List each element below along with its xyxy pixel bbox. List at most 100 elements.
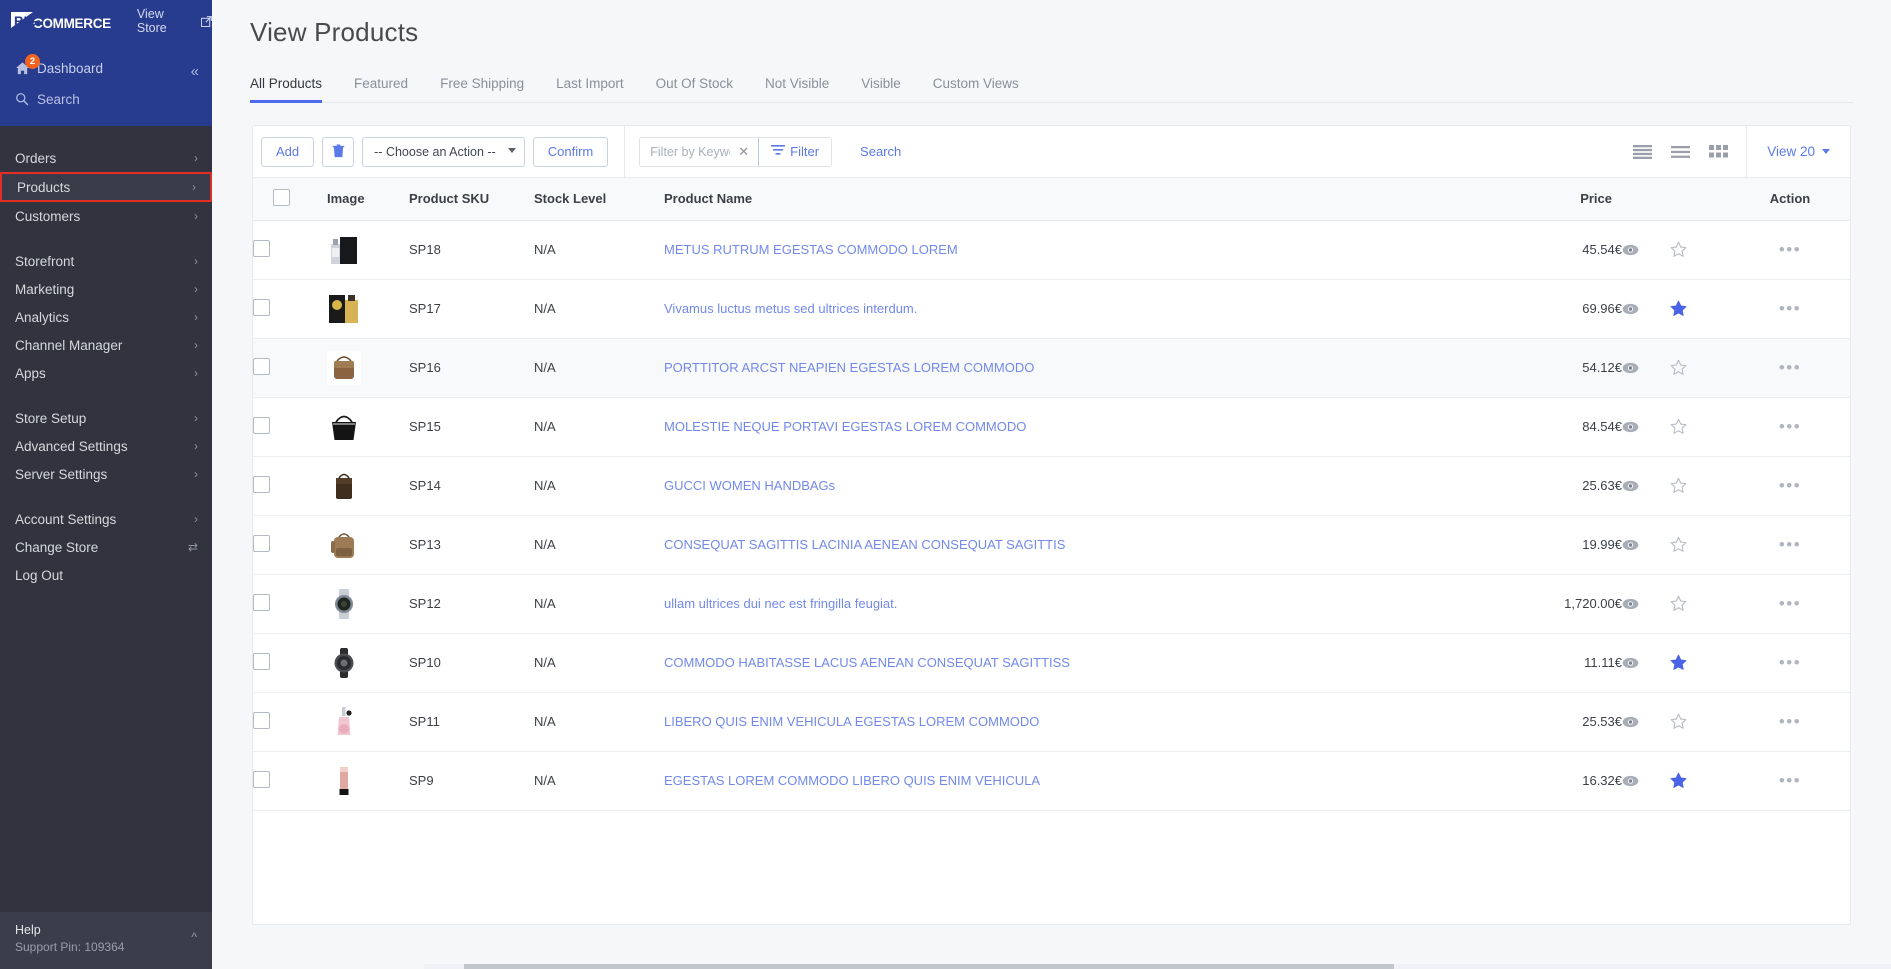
eye-icon[interactable]	[1622, 657, 1670, 669]
delete-button[interactable]	[322, 136, 355, 167]
table-row[interactable]: SP10 N/A COMMODO HABITASSE LACUS AENEAN CO…	[253, 633, 1850, 692]
product-name-link[interactable]: EGESTAS LOREM COMMODO LIBERO QUIS ENIM V…	[664, 773, 1040, 788]
star-icon[interactable]	[1670, 477, 1730, 494]
tab-not-visible[interactable]: Not Visible	[749, 76, 845, 102]
grid-icon[interactable]	[1709, 145, 1729, 158]
star-icon[interactable]	[1670, 772, 1730, 789]
eye-icon[interactable]	[1622, 480, 1670, 492]
sidebar-item-marketing[interactable]: Marketing ›	[0, 275, 212, 303]
sidebar-item-customers[interactable]: Customers ›	[0, 202, 212, 230]
sidebar-item-change-store[interactable]: Change Store ⇄	[0, 533, 212, 561]
product-name-link[interactable]: COMMODO HABITASSE LACUS AENEAN CONSEQUAT…	[664, 655, 1070, 670]
ellipsis-icon[interactable]: •••	[1730, 713, 1850, 730]
sidebar-item-channel-manager[interactable]: Channel Manager ›	[0, 331, 212, 359]
eye-icon[interactable]	[1622, 362, 1670, 374]
view-store-link[interactable]: View Store	[137, 7, 212, 35]
ellipsis-icon[interactable]: •••	[1730, 300, 1850, 317]
star-icon[interactable]	[1670, 241, 1730, 258]
ellipsis-icon[interactable]: •••	[1730, 241, 1850, 258]
row-checkbox[interactable]	[253, 534, 270, 552]
tab-last-import[interactable]: Last Import	[540, 76, 640, 102]
horizontal-scrollbar[interactable]	[424, 964, 1891, 969]
ellipsis-icon[interactable]: •••	[1730, 477, 1850, 494]
select-all-checkbox[interactable]	[273, 188, 290, 206]
ellipsis-icon[interactable]: •••	[1730, 654, 1850, 671]
add-button[interactable]: Add	[261, 136, 315, 167]
sidebar-item-server-settings[interactable]: Server Settings ›	[0, 460, 212, 488]
tab-visible[interactable]: Visible	[845, 76, 917, 102]
eye-icon[interactable]	[1622, 598, 1670, 610]
view-count-select[interactable]: View 20	[1767, 144, 1830, 159]
star-icon[interactable]	[1670, 418, 1730, 435]
row-checkbox[interactable]	[253, 475, 270, 493]
table-row[interactable]: SP14 N/A GUCCI WOMEN HANDBAGs 25.63€ •••	[253, 456, 1850, 515]
confirm-button[interactable]: Confirm	[532, 136, 609, 167]
filter-keyword-input[interactable]	[640, 137, 737, 166]
table-row[interactable]: SP9 N/A EGESTAS LOREM COMMODO LIBERO QUIS …	[253, 751, 1850, 810]
table-row[interactable]: SP17 N/A Vivamus luctus metus sed ultrices…	[253, 279, 1850, 338]
row-checkbox[interactable]	[253, 711, 270, 729]
search-link[interactable]: Search	[860, 144, 901, 159]
product-name-link[interactable]: CONSEQUAT SAGITTIS LACINIA AENEAN CONSEQ…	[664, 537, 1065, 552]
eye-icon[interactable]	[1622, 716, 1670, 728]
table-row[interactable]: SP13 N/A CONSEQUAT SAGITTIS LACINIA AENEAN…	[253, 515, 1850, 574]
sidebar-help-panel[interactable]: Help Support Pin: 109364 ^	[0, 912, 212, 969]
sidebar-collapse-icon[interactable]: «	[191, 64, 199, 79]
sidebar-item-log-out[interactable]: Log Out	[0, 561, 212, 589]
bulk-action-select[interactable]: -- Choose an Action --	[362, 136, 525, 167]
table-row[interactable]: SP11 N/A LIBERO QUIS ENIM VEHICULA EGESTAS…	[253, 692, 1850, 751]
sidebar-item-products[interactable]: Products ›	[0, 172, 212, 202]
product-name-link[interactable]: METUS RUTRUM EGESTAS COMMODO LOREM	[664, 242, 958, 257]
list-icon[interactable]	[1671, 145, 1691, 158]
product-name-link[interactable]: MOLESTIE NEQUE PORTAVI EGESTAS LOREM COM…	[664, 419, 1026, 434]
ellipsis-icon[interactable]: •••	[1730, 772, 1850, 789]
table-row[interactable]: SP16 N/A PORTTITOR ARCST NEAPIEN EGESTAS L…	[253, 338, 1850, 397]
sidebar-item-account-settings[interactable]: Account Settings ›	[0, 505, 212, 533]
tab-featured[interactable]: Featured	[338, 76, 424, 102]
ellipsis-icon[interactable]: •••	[1730, 418, 1850, 435]
sidebar-item-apps[interactable]: Apps ›	[0, 359, 212, 387]
star-icon[interactable]	[1670, 359, 1730, 376]
sidebar-item-orders[interactable]: Orders ›	[0, 144, 212, 172]
row-checkbox[interactable]	[253, 239, 270, 257]
eye-icon[interactable]	[1622, 244, 1670, 256]
star-icon[interactable]	[1670, 595, 1730, 612]
star-icon[interactable]	[1670, 654, 1730, 671]
tab-custom-views[interactable]: Custom Views	[917, 76, 1035, 102]
row-checkbox[interactable]	[253, 593, 270, 611]
product-name-link[interactable]: GUCCI WOMEN HANDBAGs	[664, 478, 835, 493]
ellipsis-icon[interactable]: •••	[1730, 536, 1850, 553]
eye-icon[interactable]	[1622, 539, 1670, 551]
row-checkbox[interactable]	[253, 770, 270, 788]
sidebar-item-analytics[interactable]: Analytics ›	[0, 303, 212, 331]
sidebar-item-advanced-settings[interactable]: Advanced Settings ›	[0, 432, 212, 460]
row-checkbox[interactable]	[253, 652, 270, 670]
table-row[interactable]: SP12 N/A ullam ultrices dui nec est fringi…	[253, 574, 1850, 633]
sidebar-item-dashboard[interactable]: 2 Dashboard	[0, 52, 212, 84]
ellipsis-icon[interactable]: •••	[1730, 595, 1850, 612]
bigcommerce-logo[interactable]: BIG COMMERCE	[11, 11, 111, 31]
row-checkbox[interactable]	[253, 416, 270, 434]
eye-icon[interactable]	[1622, 303, 1670, 315]
close-x-icon[interactable]: ✕	[736, 138, 758, 166]
star-icon[interactable]	[1670, 713, 1730, 730]
tab-out-of-stock[interactable]: Out Of Stock	[640, 76, 749, 102]
sidebar-item-storefront[interactable]: Storefront ›	[0, 247, 212, 275]
eye-icon[interactable]	[1622, 421, 1670, 433]
tab-all-products[interactable]: All Products	[250, 76, 338, 103]
product-name-link[interactable]: Vivamus luctus metus sed ultrices interd…	[664, 301, 917, 316]
chevron-up-icon[interactable]: ^	[191, 930, 197, 944]
list-dense-icon[interactable]	[1633, 144, 1653, 159]
sidebar-item-search[interactable]: Search	[0, 84, 212, 114]
product-name-link[interactable]: PORTTITOR ARCST NEAPIEN EGESTAS LOREM CO…	[664, 360, 1034, 375]
row-checkbox[interactable]	[253, 298, 270, 316]
table-row[interactable]: SP15 N/A MOLESTIE NEQUE PORTAVI EGESTAS LO…	[253, 397, 1850, 456]
star-icon[interactable]	[1670, 536, 1730, 553]
ellipsis-icon[interactable]: •••	[1730, 359, 1850, 376]
star-icon[interactable]	[1670, 300, 1730, 317]
table-row[interactable]: SP18 N/A METUS RUTRUM EGESTAS COMMODO LORE…	[253, 220, 1850, 279]
eye-icon[interactable]	[1622, 775, 1670, 787]
horizontal-scrollbar-thumb[interactable]	[464, 964, 1394, 969]
product-name-link[interactable]: ullam ultrices dui nec est fringilla feu…	[664, 596, 897, 611]
tab-free-shipping[interactable]: Free Shipping	[424, 76, 540, 102]
